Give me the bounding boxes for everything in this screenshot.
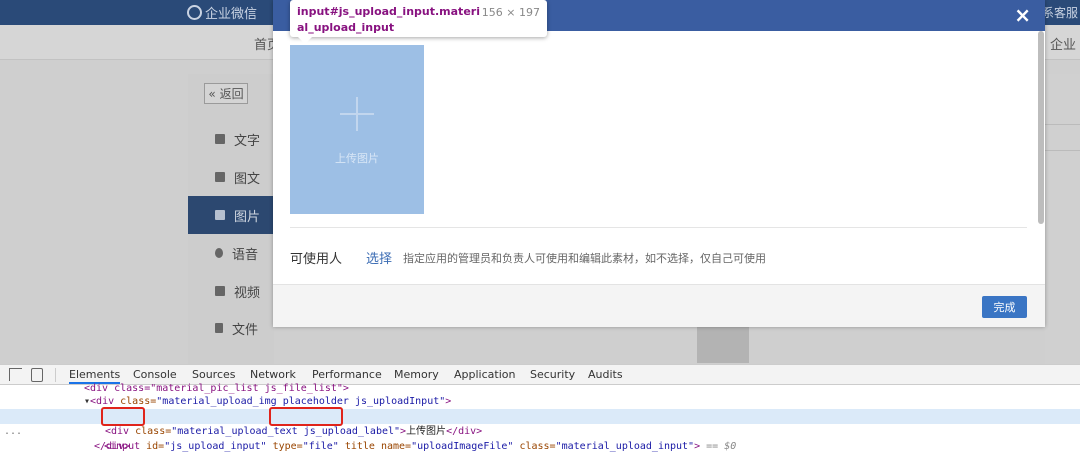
dialog-scrollbar[interactable]: [1038, 31, 1044, 224]
divider: [1045, 150, 1080, 151]
dom-line[interactable]: <div class="material_upload_text js_uplo…: [105, 424, 1080, 439]
dom-line[interactable]: ▾<div class="material_upload_img placeho…: [84, 394, 1080, 409]
dom-tag: </div>: [446, 426, 483, 437]
separator: [55, 368, 56, 382]
tab-audits[interactable]: Audits: [588, 368, 623, 381]
back-button[interactable]: « 返回: [204, 83, 248, 104]
nav-enterprise[interactable]: 企业: [1050, 34, 1076, 53]
more-icon[interactable]: ...: [4, 424, 22, 439]
sidebar-item-file[interactable]: 文件: [188, 309, 274, 347]
dom-tag: >: [445, 396, 452, 407]
tab-application[interactable]: Application: [454, 368, 515, 381]
sidebar-item-label: 语音: [232, 247, 259, 263]
sidebar-item-article[interactable]: 图文: [188, 158, 274, 196]
sidebar-item-label: 文件: [232, 322, 259, 338]
tab-performance[interactable]: Performance: [312, 368, 382, 381]
sidebar-item-voice[interactable]: 语音: [188, 234, 274, 272]
tab-memory[interactable]: Memory: [394, 368, 439, 381]
file-icon: [215, 323, 223, 333]
brand-logo[interactable]: 企业微信: [187, 3, 257, 22]
users-label: 可使用人: [290, 252, 343, 267]
placeholder-image: [697, 327, 749, 363]
plus-icon-bar: [340, 113, 374, 115]
dom-attr: class=: [129, 426, 172, 437]
sidebar-item-label: 视频: [234, 285, 261, 301]
video-icon: [215, 286, 225, 296]
tooltip-size: 156 × 197: [481, 6, 540, 19]
upload-image-dialog: × 上传图片 可使用人 选择 指定应用的管理员和负责人可使用和编辑此素材，如不选…: [273, 0, 1045, 327]
divider: [290, 227, 1027, 228]
text-icon: [215, 134, 225, 144]
highlight-box-type-file: [269, 407, 343, 426]
dom-value: "material_upload_img placeholder js_uplo…: [156, 396, 446, 407]
dialog-footer: 完成: [273, 284, 1045, 327]
tab-security[interactable]: Security: [530, 368, 575, 381]
tab-console[interactable]: Console: [133, 368, 177, 381]
done-button[interactable]: 完成: [982, 296, 1027, 318]
tab-sources[interactable]: Sources: [192, 368, 236, 381]
sidebar-item-image[interactable]: 图片: [188, 196, 274, 234]
upload-label: 上传图片: [335, 152, 379, 165]
voice-icon: [215, 248, 223, 258]
tooltip-selector: input#js_upload_input.material_upload_in…: [297, 5, 480, 34]
dom-attr: class=: [114, 396, 157, 407]
tooltip-arrow-icon: [298, 37, 312, 44]
article-icon: [215, 172, 225, 182]
tab-network[interactable]: Network: [250, 368, 296, 381]
elements-tree: <div class="material_pic_list js_file_li…: [0, 383, 1080, 459]
upload-image-input[interactable]: 上传图片: [290, 45, 424, 214]
dom-line[interactable]: </div>: [94, 439, 1080, 454]
dom-text: 上传图片: [406, 426, 447, 437]
select-users-link[interactable]: 选择: [366, 248, 392, 267]
sidebar-item-label: 图片: [234, 209, 261, 225]
right-panel: [1045, 74, 1080, 364]
sidebar-item-video[interactable]: 视频: [188, 272, 274, 310]
users-hint: 指定应用的管理员和负责人可使用和编辑此素材，如不选择，仅自己可使用: [403, 252, 766, 265]
image-icon: [215, 210, 225, 220]
customer-service-link[interactable]: 系客服: [1042, 4, 1078, 21]
highlight-box-input: [101, 407, 145, 426]
device-toggle-icon[interactable]: [31, 368, 43, 382]
inspector-tooltip: input#js_upload_input.material_upload_in…: [290, 0, 547, 37]
dom-tag: <div: [105, 426, 130, 437]
close-icon[interactable]: ×: [1014, 3, 1031, 27]
divider: [1045, 124, 1080, 125]
sidebar-item-label: 文字: [234, 133, 261, 149]
devtools-panel: Elements Console Sources Network Perform…: [0, 364, 1080, 459]
sidebar-item-label: 图文: [234, 171, 261, 187]
wecom-logo-icon: [187, 5, 202, 20]
dom-value: "material_upload_text js_upload_label": [171, 426, 401, 437]
dom-line-selected[interactable]: ... <input id="js_upload_input" type="fi…: [0, 409, 1080, 452]
dom-tag: <div: [90, 396, 115, 407]
sidebar-item-text[interactable]: 文字: [188, 120, 274, 158]
inspect-element-icon[interactable]: [9, 368, 22, 381]
brand-name: 企业微信: [205, 7, 258, 22]
